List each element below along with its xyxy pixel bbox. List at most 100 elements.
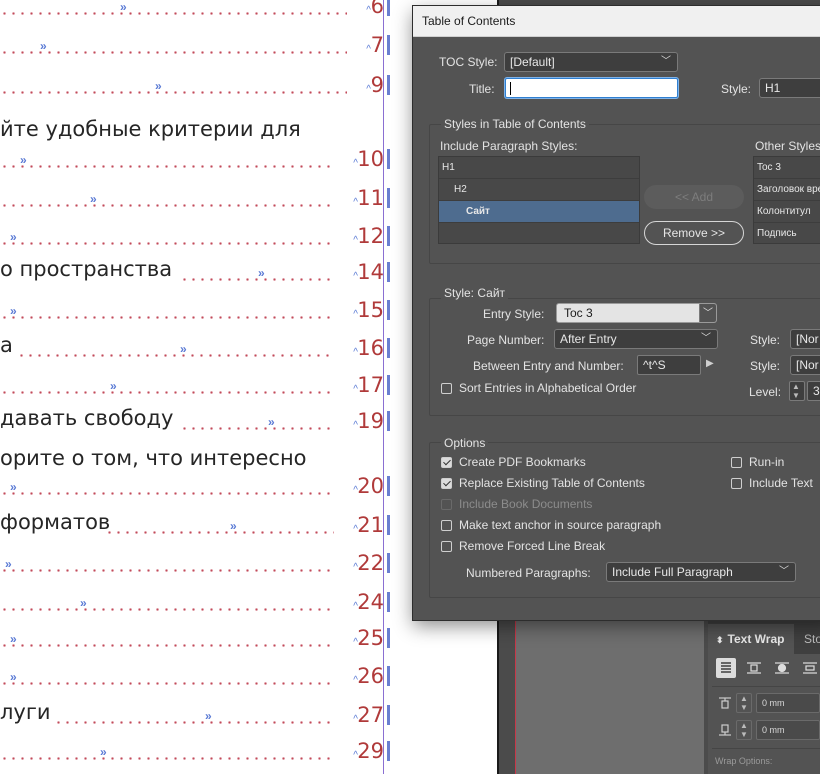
page-number-style-label: Style: — [750, 333, 781, 347]
list-item[interactable]: Подпись — [754, 223, 820, 243]
paragraph-mark-icon — [387, 411, 390, 431]
replace-existing-label: Replace Existing Table of Contents — [459, 476, 645, 490]
toc-entry-text: давать свободу — [0, 406, 174, 430]
create-pdf-bookmarks-checkbox[interactable] — [441, 457, 452, 468]
toc-entry-line: йте удобные критерии для — [0, 117, 390, 144]
toc-page-number: 19 — [357, 409, 384, 433]
run-in-checkbox[interactable] — [731, 457, 742, 468]
level-input[interactable]: 3 — [807, 381, 820, 401]
bottom-offset-field[interactable]: 0 mm — [756, 720, 820, 740]
make-anchor-checkbox[interactable] — [441, 520, 452, 531]
other-styles-list[interactable]: Toc 3 Заголовок вре Колонтитул Подпись — [753, 156, 820, 244]
paragraph-mark-icon — [387, 35, 390, 55]
title-input[interactable] — [505, 78, 678, 98]
include-text-label: Include Text — [749, 476, 813, 490]
include-book-checkbox[interactable] — [441, 499, 452, 510]
dot-leader — [180, 427, 334, 430]
toc-entry-line: » ^ 15 — [0, 296, 390, 322]
list-item[interactable]: H1 — [439, 157, 639, 179]
page-number-dropdown[interactable]: After Entry ﹀ — [554, 329, 718, 349]
toc-entry-text: йте удобные критерии для — [0, 117, 301, 141]
dot-leader — [0, 316, 334, 319]
toc-page-number: 12 — [357, 224, 384, 248]
title-label: Title: — [469, 82, 495, 96]
title-style-dropdown[interactable]: H1 — [759, 78, 820, 98]
sort-alphabetical-checkbox[interactable] — [441, 383, 452, 394]
toc-entry-line: форматов» ^ 21 — [0, 510, 390, 537]
paragraph-mark-icon — [387, 262, 390, 282]
no-wrap-icon[interactable] — [716, 658, 736, 678]
dot-leader — [0, 569, 334, 572]
page-number-style-value: [Nor — [796, 332, 819, 346]
remove-forced-break-checkbox[interactable] — [441, 541, 452, 552]
tab-story[interactable]: Sto — [804, 624, 820, 654]
tab-marker-icon: » — [90, 192, 97, 206]
tab-marker-icon: » — [5, 557, 12, 571]
tab-marker-icon: » — [120, 0, 127, 14]
bottom-offset-stepper[interactable]: ▲ ▼ — [736, 720, 752, 740]
paragraph-mark-icon — [387, 705, 390, 725]
jump-object-icon[interactable] — [800, 658, 820, 678]
list-item-label: Заголовок вре — [757, 184, 820, 195]
panel-tabs: ⬍ Text Wrap Sto — [708, 620, 820, 654]
remove-button[interactable]: Remove >> — [644, 221, 744, 245]
entry-style-dropdown[interactable]: Toc 3 ﹀ — [556, 303, 717, 323]
tab-text-wrap-label: Text Wrap — [727, 632, 785, 646]
paragraph-mark-icon — [387, 149, 390, 169]
toc-dialog: Table of Contents TOC Style: [Default] ﹀… — [413, 6, 820, 620]
special-chars-arrow-icon[interactable]: ▶ — [706, 358, 714, 369]
list-item-label: Подпись — [757, 228, 797, 239]
paragraph-mark-icon — [387, 188, 390, 208]
toc-entry-line: » ^ 12 — [0, 222, 390, 248]
list-item-selected[interactable]: Сайт — [439, 201, 639, 223]
bottom-offset-icon — [718, 723, 732, 737]
toc-entry-line: » ^ 7 — [0, 31, 390, 57]
wrap-object-shape-icon[interactable] — [772, 658, 792, 678]
paragraph-mark-icon — [387, 75, 390, 95]
toc-page-number: 9 — [370, 73, 384, 97]
toc-page-number: 26 — [357, 664, 384, 688]
paragraph-mark-icon — [387, 338, 390, 358]
top-offset-stepper[interactable]: ▲ ▼ — [736, 693, 752, 713]
dot-leader — [0, 757, 334, 760]
list-item[interactable]: H2 — [439, 179, 639, 201]
tab-marker-icon: » — [10, 480, 17, 494]
entry-style-label: Entry Style: — [483, 307, 545, 321]
toc-entry-line: » ^ 9 — [0, 71, 390, 97]
dot-leader — [0, 608, 334, 611]
include-styles-label: Include Paragraph Styles: — [440, 139, 578, 153]
add-button[interactable]: << Add — [644, 185, 744, 209]
dot-leader — [0, 165, 334, 168]
level-stepper[interactable]: ▲ ▼ — [789, 381, 805, 401]
toc-style-dropdown[interactable]: [Default] ﹀ — [504, 52, 678, 72]
between-style-dropdown[interactable]: [Nor — [790, 355, 820, 375]
remove-forced-break-label: Remove Forced Line Break — [459, 539, 606, 553]
toc-entry-line: » ^ 10 — [0, 145, 390, 171]
toc-style-value: [Default] — [510, 55, 555, 69]
list-item[interactable]: Toc 3 — [754, 157, 820, 179]
between-entry-input[interactable]: ^t^S — [637, 355, 701, 375]
list-item[interactable]: Колонтитул — [754, 201, 820, 223]
include-text-checkbox[interactable] — [731, 478, 742, 489]
page-number-style-dropdown[interactable]: [Nor — [790, 329, 820, 349]
dot-leader — [0, 682, 334, 685]
toc-page-number: 29 — [357, 739, 384, 763]
list-item-label: H1 — [442, 162, 455, 173]
wrap-bounding-box-icon[interactable] — [744, 658, 764, 678]
list-item[interactable]: Заголовок вре — [754, 179, 820, 201]
toc-page-number: 25 — [357, 626, 384, 650]
toc-entry-line: о пространства» ^ 14 — [0, 257, 390, 284]
numbered-paragraphs-dropdown[interactable]: Include Full Paragraph ﹀ — [606, 562, 796, 582]
replace-existing-checkbox[interactable] — [441, 478, 452, 489]
other-styles-label: Other Styles — [755, 139, 820, 153]
dot-leader — [0, 391, 334, 394]
list-item-label: Toc 3 — [757, 162, 781, 173]
options-title: Options — [441, 436, 489, 450]
toc-page-number: 27 — [357, 703, 384, 727]
top-offset-field[interactable]: 0 mm — [756, 693, 820, 713]
make-anchor-label: Make text anchor in source paragraph — [459, 518, 662, 532]
include-book-label: Include Book Documents — [459, 497, 593, 511]
include-styles-list[interactable]: H1 H2 Сайт — [438, 156, 640, 244]
create-pdf-bookmarks-label: Create PDF Bookmarks — [459, 455, 586, 469]
tab-text-wrap[interactable]: ⬍ Text Wrap — [708, 624, 794, 654]
